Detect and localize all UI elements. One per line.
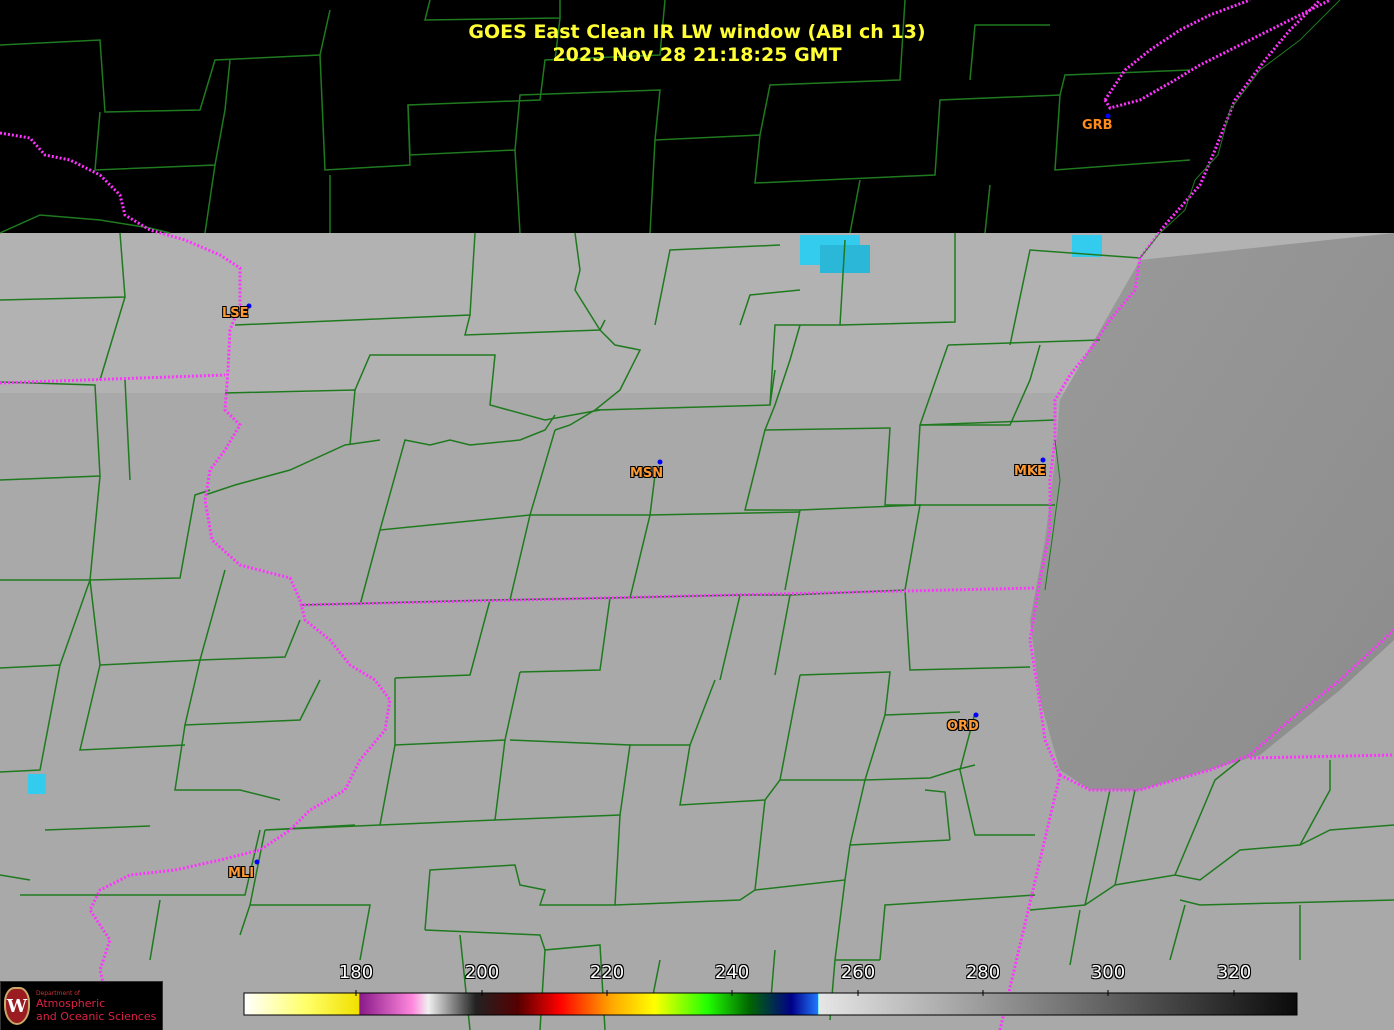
logo-dept-text: Department of: [36, 990, 80, 997]
colorbar-tick-label: 240: [714, 962, 750, 983]
station-label-ord: ORD: [947, 719, 979, 734]
colorbar-tick-label: 200: [464, 962, 500, 983]
colorbar-tick-label: 180: [338, 962, 374, 983]
station-dot-mli: [254, 859, 260, 865]
colorbar-tick-label: 280: [965, 962, 1001, 983]
colorbar-tick-label: 220: [589, 962, 625, 983]
image-timestamp: 2025 Nov 28 21:18:25 GMT: [552, 44, 842, 66]
logo-name-line1: Atmospheric: [36, 997, 106, 1010]
image-title: GOES East Clean IR LW window (ABI ch 13): [468, 21, 926, 43]
satellite-map: [0, 0, 1394, 1030]
colorbar-tick-label: 320: [1216, 962, 1252, 983]
colorbar: [243, 992, 1298, 1016]
satellite-image-viewer: GOES East Clean IR LW window (ABI ch 13)…: [0, 0, 1394, 1030]
station-dot-msn: [657, 459, 663, 465]
station-label-lse: LSE: [222, 306, 249, 321]
uw-seal-icon: W: [4, 987, 30, 1025]
station-dot-mke: [1040, 457, 1046, 463]
aos-logo: W Department of Atmospheric and Oceanic …: [0, 981, 163, 1030]
cold-cloud-patch: [28, 774, 46, 794]
logo-name-line2: and Oceanic Sciences: [36, 1010, 157, 1023]
station-label-mli: MLI: [228, 866, 255, 881]
colorbar-tick-label: 300: [1090, 962, 1126, 983]
colorbar-tick-label: 260: [840, 962, 876, 983]
station-label-grb: GRB: [1082, 118, 1113, 133]
station-dot-ord: [973, 712, 979, 718]
station-label-mke: MKE: [1014, 464, 1046, 479]
station-label-msn: MSN: [630, 466, 664, 481]
